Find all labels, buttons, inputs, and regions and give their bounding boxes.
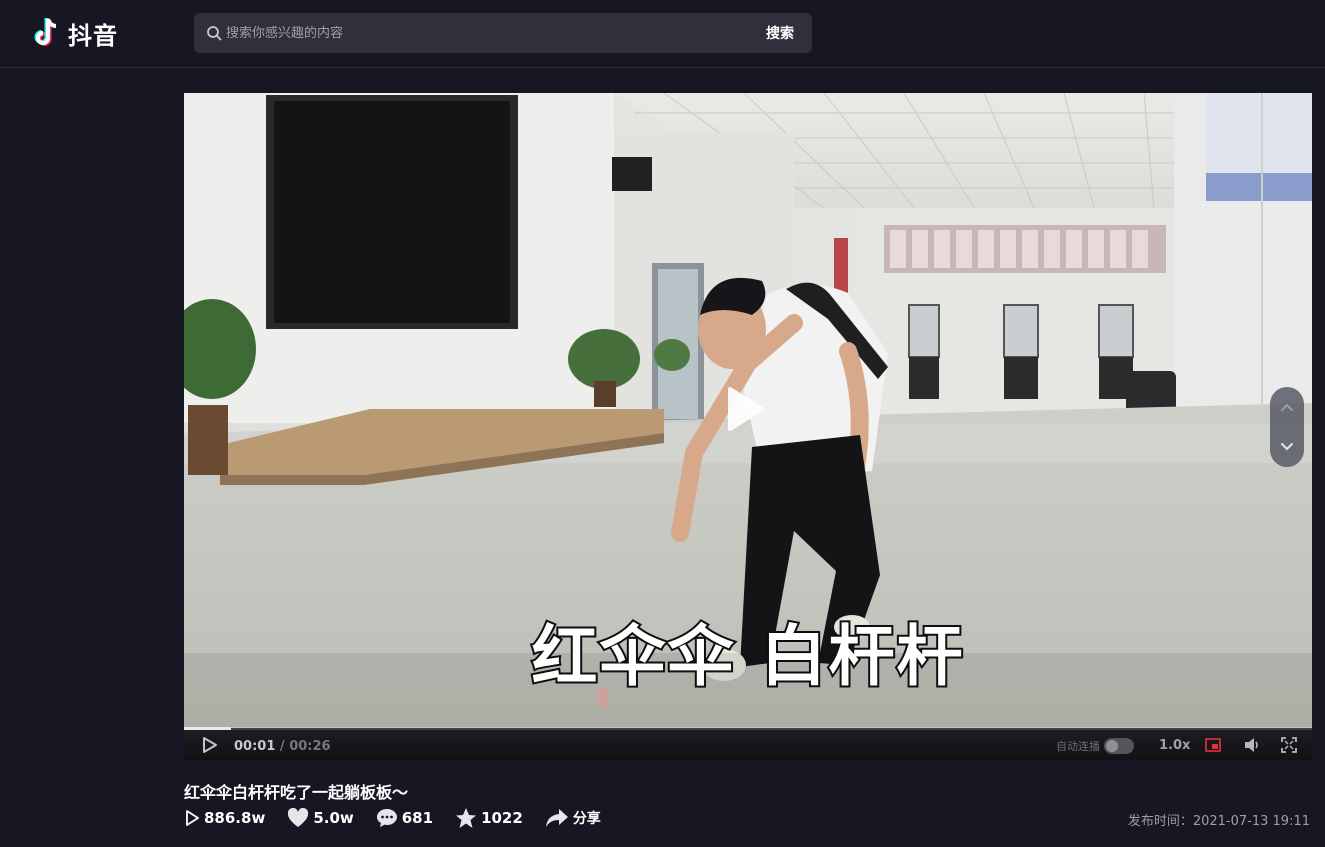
share-button[interactable]: 分享 bbox=[545, 808, 601, 828]
like-button[interactable]: 5.0w bbox=[287, 808, 354, 828]
autoplay-toggle[interactable] bbox=[1104, 738, 1134, 754]
picture-in-picture-icon[interactable] bbox=[1205, 738, 1221, 752]
top-bar: 抖音 搜索 bbox=[0, 0, 1325, 68]
video-title: 红伞伞白杆杆吃了一起躺板板～ bbox=[184, 783, 409, 802]
video-subtitle: 红伞伞 白杆杆 bbox=[530, 616, 965, 697]
current-time: 00:01 bbox=[234, 739, 276, 754]
player-controls: 00:01 / 00:26 自动连播 1.0x bbox=[184, 730, 1312, 760]
share-label: 分享 bbox=[572, 811, 601, 827]
comment-count: 681 bbox=[401, 809, 434, 827]
heart-icon bbox=[288, 808, 309, 827]
video-player[interactable]: 红伞伞 白杆杆 00:01 / 00:26 自动连播 1.0x bbox=[184, 93, 1312, 760]
play-overlay-icon[interactable] bbox=[716, 383, 768, 435]
next-video-button[interactable] bbox=[1270, 427, 1304, 467]
search-button[interactable]: 搜索 bbox=[748, 13, 812, 53]
fullscreen-icon[interactable] bbox=[1281, 737, 1297, 753]
video-stats: 886.8w 5.0w 681 1022 分享 bbox=[184, 806, 623, 830]
like-count: 5.0w bbox=[313, 809, 354, 827]
play-count: 886.8w bbox=[184, 809, 265, 827]
share-icon bbox=[545, 809, 568, 827]
app-name: 抖音 bbox=[68, 21, 118, 50]
search-input[interactable] bbox=[226, 13, 726, 53]
favorite-button[interactable]: 1022 bbox=[455, 807, 523, 829]
comment-icon bbox=[376, 809, 397, 827]
previous-video-button[interactable] bbox=[1270, 387, 1304, 427]
publish-label: 发布时间： bbox=[1127, 814, 1193, 829]
search-icon bbox=[207, 26, 222, 41]
video-switcher bbox=[1270, 387, 1304, 467]
duration: 00:26 bbox=[289, 739, 331, 754]
autoplay-control[interactable]: 自动连播 bbox=[1056, 738, 1134, 754]
favorite-count: 1022 bbox=[481, 809, 523, 827]
play-count-icon bbox=[186, 810, 199, 826]
comment-button[interactable]: 681 bbox=[376, 808, 433, 828]
star-icon bbox=[456, 808, 477, 828]
publish-date: 2021-07-13 19:11 bbox=[1192, 814, 1310, 829]
chevron-down-icon bbox=[1281, 443, 1293, 451]
publish-time: 发布时间：2021-07-13 19:11 bbox=[1128, 810, 1310, 829]
search-bar: 搜索 bbox=[194, 13, 812, 53]
volume-icon[interactable] bbox=[1243, 737, 1261, 753]
time-display: 00:01 / 00:26 bbox=[234, 739, 331, 754]
play-icon[interactable] bbox=[202, 736, 218, 754]
time-separator: / bbox=[279, 739, 285, 754]
chevron-up-icon bbox=[1281, 403, 1293, 411]
playback-speed-button[interactable]: 1.0x bbox=[1159, 738, 1190, 753]
douyin-logo-icon bbox=[34, 18, 57, 46]
douyin-logo[interactable]: 抖音 bbox=[32, 16, 118, 50]
autoplay-label: 自动连播 bbox=[1056, 740, 1100, 753]
play-count-value: 886.8w bbox=[204, 809, 266, 827]
